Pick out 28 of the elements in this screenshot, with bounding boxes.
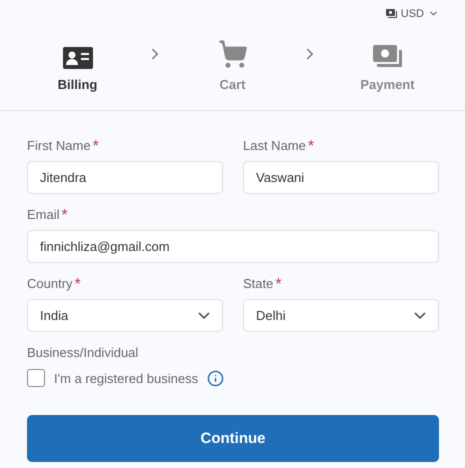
input-field[interactable]: Vaswani (243, 161, 439, 194)
field-label: Last Name (243, 138, 306, 155)
required-mark: * (275, 276, 282, 294)
cash-icon (386, 9, 397, 18)
id-card-icon (62, 46, 92, 68)
checkbox[interactable] (27, 369, 45, 387)
required-mark: * (308, 138, 314, 156)
caret-icon (414, 312, 426, 319)
required-mark: * (62, 207, 68, 225)
input-field[interactable]: Jitendra (27, 161, 223, 194)
required-mark: * (74, 276, 81, 294)
field-label: Email (27, 207, 60, 224)
cart-icon (218, 38, 248, 68)
currency-selector[interactable]: USD (386, 5, 439, 22)
continue-button[interactable]: Continue (27, 415, 439, 462)
section-label: Business/Individual (27, 345, 140, 360)
required-mark: * (92, 138, 99, 156)
select-field[interactable]: India (27, 299, 223, 332)
field-label: First Name (27, 138, 91, 155)
input-field[interactable]: finnichliza@gmail.com (27, 230, 439, 263)
select-field[interactable]: Delhi (243, 299, 439, 332)
cash-icon (373, 44, 402, 68)
field-label: State (243, 276, 274, 293)
step-tab[interactable]: Billing (28, 38, 128, 92)
info-icon[interactable] (207, 370, 224, 386)
checkbox-label: I'm a registered business (54, 370, 198, 386)
field-label: Country (27, 276, 73, 293)
caret-icon (198, 312, 210, 319)
